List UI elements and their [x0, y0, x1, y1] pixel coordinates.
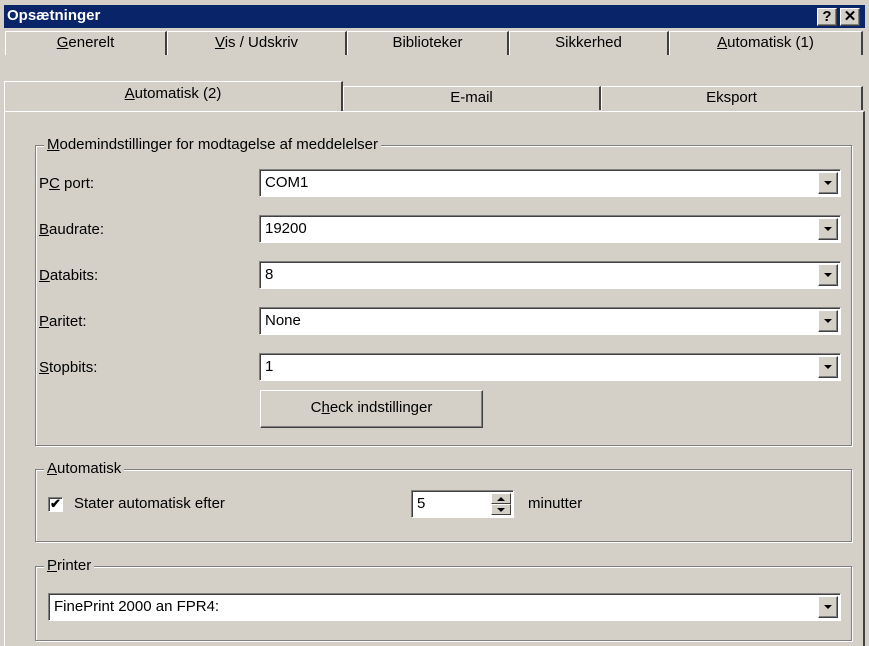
- stopbits-label: Stopbits:: [39, 359, 98, 376]
- check-settings-button[interactable]: Check indstillinger: [260, 390, 483, 428]
- printer-group-legend: Printer: [44, 557, 95, 574]
- pc-port-label: PC port:: [39, 175, 95, 192]
- tab-generelt[interactable]: Generelt: [5, 31, 167, 55]
- automatic-group: Automatisk ✔ Stater automatisk efter 5 m…: [35, 460, 852, 542]
- baudrate-select[interactable]: 19200: [259, 215, 841, 243]
- tab-sikkerhed[interactable]: Sikkerhed: [509, 31, 669, 55]
- tab-automatisk-1[interactable]: Automatisk (1): [669, 31, 863, 55]
- spin-down-icon[interactable]: [491, 504, 511, 515]
- paritet-select[interactable]: None: [259, 307, 841, 335]
- spin-up-icon[interactable]: [491, 493, 511, 504]
- stopbits-select[interactable]: 1: [259, 353, 841, 381]
- close-icon: ✕: [843, 8, 857, 25]
- check-icon: ✔: [50, 496, 61, 511]
- stopbits-value: 1: [265, 358, 274, 375]
- chevron-down-icon[interactable]: [818, 218, 838, 240]
- pc-port-value: COM1: [265, 174, 309, 191]
- baudrate-value: 19200: [265, 220, 307, 237]
- minutes-value: 5: [417, 495, 426, 512]
- chevron-down-icon[interactable]: [818, 264, 838, 286]
- minutes-unit-label: minutter: [528, 495, 583, 512]
- printer-group: Printer FinePrint 2000 an FPR4:: [35, 557, 852, 641]
- window-title: Opsætninger: [7, 7, 101, 24]
- tab-eksport[interactable]: Eksport: [601, 86, 863, 110]
- databits-label: Databits:: [39, 267, 99, 284]
- auto-start-label: Stater automatisk efter: [74, 495, 225, 512]
- chevron-down-icon[interactable]: [818, 310, 838, 332]
- auto-start-checkbox[interactable]: ✔: [48, 497, 63, 512]
- tab-email[interactable]: E-mail: [343, 86, 601, 110]
- tab-automatisk-2[interactable]: Automatisk (2): [4, 81, 343, 111]
- close-button[interactable]: ✕: [840, 8, 860, 26]
- help-button[interactable]: ?: [817, 8, 837, 26]
- automatic-group-legend: Automatisk: [44, 460, 125, 477]
- printer-select[interactable]: FinePrint 2000 an FPR4:: [48, 593, 841, 621]
- tab-panel: Modemindstillinger for modtagelse af med…: [4, 111, 865, 646]
- help-icon: ?: [822, 8, 832, 25]
- title-bar: Opsætninger ? ✕: [4, 5, 865, 28]
- databits-select[interactable]: 8: [259, 261, 841, 289]
- minutes-spinner[interactable]: 5: [411, 490, 514, 518]
- settings-dialog: Opsætninger ? ✕ Generelt Vis / Udskriv B…: [0, 0, 869, 646]
- tab-biblioteker[interactable]: Biblioteker: [347, 31, 509, 55]
- chevron-down-icon[interactable]: [818, 172, 838, 194]
- chevron-down-icon[interactable]: [818, 596, 838, 618]
- chevron-down-icon[interactable]: [818, 356, 838, 378]
- modem-settings-group: Modemindstillinger for modtagelse af med…: [35, 136, 852, 446]
- printer-value: FinePrint 2000 an FPR4:: [54, 598, 220, 615]
- databits-value: 8: [265, 266, 274, 283]
- modem-group-legend: Modemindstillinger for modtagelse af med…: [44, 136, 382, 153]
- tab-vis-udskriv[interactable]: Vis / Udskriv: [167, 31, 347, 55]
- paritet-label: Paritet:: [39, 313, 87, 330]
- pc-port-select[interactable]: COM1: [259, 169, 841, 197]
- paritet-value: None: [265, 312, 301, 329]
- baudrate-label: Baudrate:: [39, 221, 105, 238]
